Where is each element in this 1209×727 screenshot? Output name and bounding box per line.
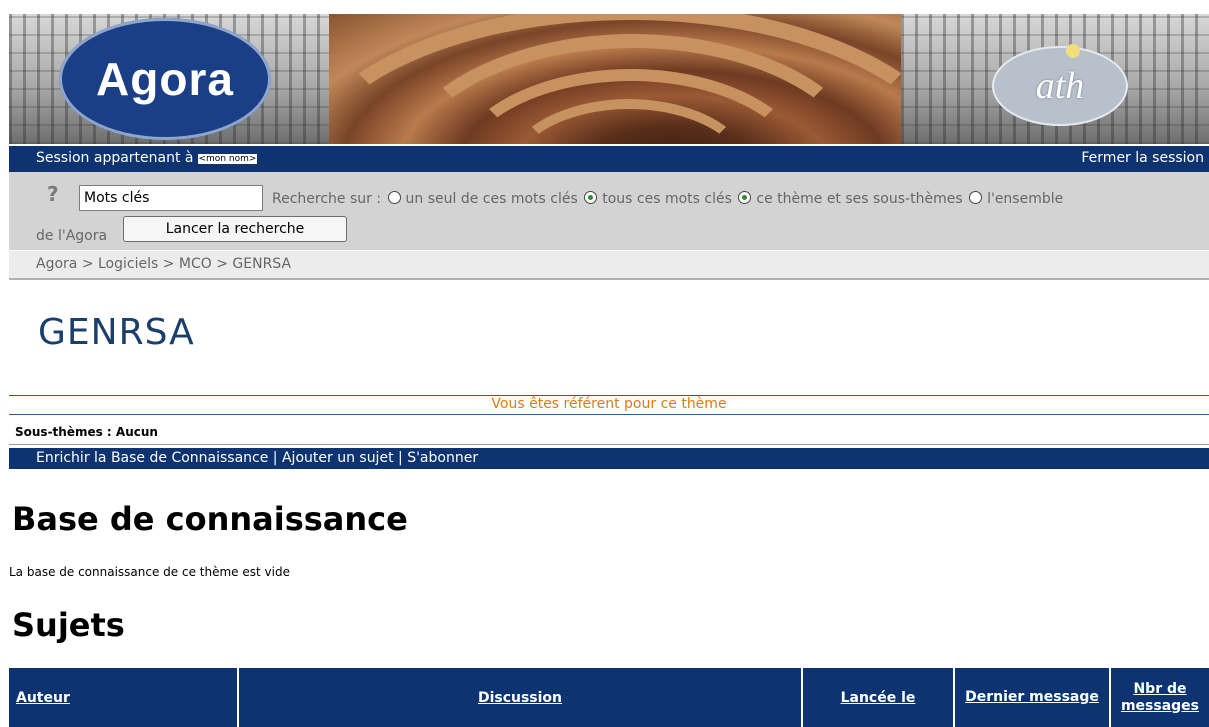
session-bar: Session appartenant à <mon nom> Fermer la… xyxy=(9,146,1209,172)
column-header-last-message[interactable]: Dernier message xyxy=(955,668,1111,727)
logout-link[interactable]: Fermer la session xyxy=(1081,150,1204,166)
enrich-knowledge-base-link[interactable]: Enrichir la Base de Connaissance xyxy=(36,450,268,466)
column-header-discussion[interactable]: Discussion xyxy=(239,668,803,727)
action-bar: Enrichir la Base de Connaissance | Ajout… xyxy=(9,448,1209,469)
radio-whole-agora[interactable] xyxy=(969,191,983,204)
column-header-started-on[interactable]: Lancée le xyxy=(803,668,955,727)
search-bar: ? Recherche sur : un seul de ces mots cl… xyxy=(9,172,1209,250)
search-button[interactable]: Lancer la recherche xyxy=(123,216,347,242)
ath-logo-dot xyxy=(1066,44,1080,58)
referent-notice: Vous êtes référent pour ce thème xyxy=(491,396,727,412)
breadcrumb-path[interactable]: Agora > Logiciels > MCO > GENRSA xyxy=(36,256,291,272)
search-scope-options: Recherche sur : un seul de ces mots clés… xyxy=(272,191,1063,207)
radio-whole-agora-label[interactable]: l'ensemble xyxy=(987,191,1063,207)
ath-logo: ath xyxy=(992,44,1128,126)
agora-logo-text: Agora xyxy=(96,53,234,105)
subscribe-link[interactable]: S'abonner xyxy=(407,450,478,466)
agora-logo[interactable]: Agora xyxy=(59,18,271,140)
knowledge-base-empty-message: La base de connaissance de ce thème est … xyxy=(9,565,290,579)
session-user-name: <mon nom> xyxy=(197,154,258,164)
radio-any-keyword-label[interactable]: un seul de ces mots clés xyxy=(406,191,578,207)
topics-table-header: Auteur Discussion Lancée le Dernier mess… xyxy=(9,668,1209,727)
search-keywords-input[interactable] xyxy=(79,185,263,211)
radio-all-keywords[interactable] xyxy=(584,191,598,204)
action-separator: | xyxy=(393,450,408,466)
divider xyxy=(9,444,1209,445)
column-header-author[interactable]: Auteur xyxy=(9,668,239,727)
session-label: Session appartenant à xyxy=(36,150,194,166)
column-header-message-count[interactable]: Nbr de messages xyxy=(1111,668,1209,727)
radio-whole-agora-label-continued[interactable]: de l'Agora xyxy=(36,228,107,244)
knowledge-base-heading: Base de connaissance xyxy=(12,500,408,538)
add-topic-link[interactable]: Ajouter un sujet xyxy=(282,450,394,466)
page-title: GENRSA xyxy=(38,312,195,353)
radio-theme-and-subthemes-label[interactable]: ce thème et ses sous-thèmes xyxy=(756,191,962,207)
search-scope-label: Recherche sur : xyxy=(272,191,382,207)
help-icon[interactable]: ? xyxy=(47,182,59,206)
ath-logo-text: ath xyxy=(1035,65,1085,107)
topics-heading: Sujets xyxy=(12,606,125,644)
radio-theme-and-subthemes[interactable] xyxy=(738,191,752,204)
divider xyxy=(9,414,1209,415)
header-banner: Agora ath xyxy=(9,14,1209,144)
action-separator: | xyxy=(268,450,282,466)
assembly-hall-photo xyxy=(329,14,901,144)
page: Agora ath Session appartenant à <mon nom>… xyxy=(0,0,1209,727)
radio-all-keywords-label[interactable]: tous ces mots clés xyxy=(602,191,732,207)
session-owner: Session appartenant à <mon nom> xyxy=(36,150,258,166)
radio-any-keyword[interactable] xyxy=(387,191,401,204)
breadcrumb: Agora > Logiciels > MCO > GENRSA xyxy=(9,251,1209,280)
subthemes-label: Sous-thèmes : Aucun xyxy=(15,425,158,439)
